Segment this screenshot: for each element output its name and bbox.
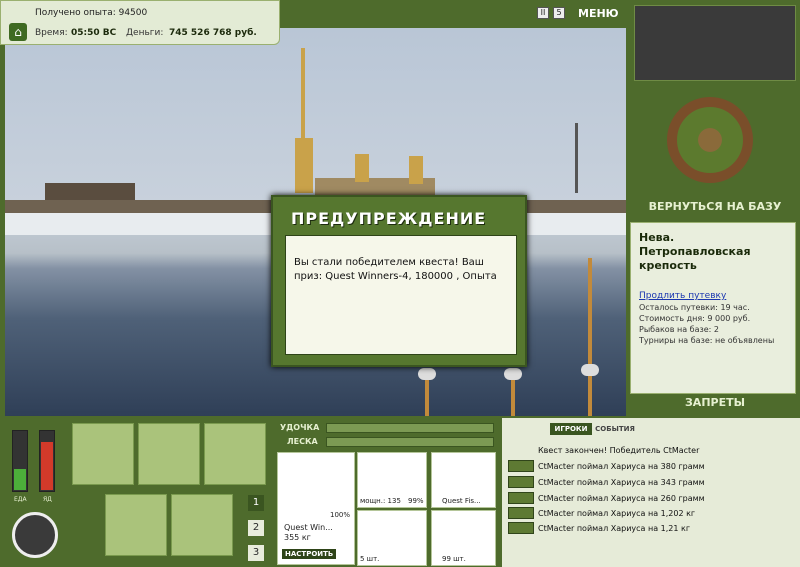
lock-icon[interactable]: ⌂	[9, 23, 27, 41]
location-title: Нева. Петропавловская крепость	[639, 231, 751, 272]
reel[interactable]	[504, 368, 522, 380]
reel-cell[interactable]: мощн.: 135 99%	[357, 452, 427, 508]
minimap	[634, 5, 796, 81]
pause-button[interactable]: II	[537, 7, 549, 19]
tab-events[interactable]: СОБЫТИЯ	[594, 423, 636, 435]
hook-cell[interactable]: 5 шт.	[357, 510, 427, 566]
rod-name: Quest Win...	[284, 523, 333, 532]
ship-wheel-icon[interactable]	[667, 97, 753, 183]
cauldron-icon[interactable]	[12, 512, 58, 558]
page-2-button[interactable]: 2	[248, 520, 264, 536]
dialog-title: ПРЕДУПРЕЖДЕНИЕ	[291, 209, 487, 228]
event-item: CtMacter поймал Хариуса на 380 грамм	[538, 462, 705, 471]
experience-text: Получено опыта: 94500	[35, 8, 148, 18]
bait-count: 99 шт.	[442, 555, 466, 563]
dome	[409, 156, 423, 184]
food-meter	[12, 430, 28, 492]
sack-slot[interactable]	[138, 423, 200, 485]
info-line: Осталось путевки: 19 час.	[639, 303, 750, 312]
event-item: Квест закончен! Победитель CtMacter	[538, 446, 700, 455]
info-line: Стоимость дня: 9 000 руб.	[639, 314, 751, 323]
tab-players[interactable]: ИГРОКИ	[550, 423, 592, 435]
rod-percent: 100%	[330, 511, 351, 519]
line-name: Quest Fis...	[442, 497, 481, 505]
rod-label: УДОЧКА	[280, 423, 320, 432]
dome	[355, 154, 369, 182]
knife-slot[interactable]	[204, 423, 266, 485]
bans-button[interactable]: ЗАПРЕТЫ	[634, 396, 796, 409]
fishing-rod[interactable]	[588, 258, 592, 416]
tower	[575, 123, 578, 193]
money-label: Деньги:	[126, 28, 164, 38]
event-item: CtMacter поймал Хариуса на 260 грамм	[538, 494, 705, 503]
fish-icon	[508, 492, 534, 504]
dialog-message: Вы стали победителем квеста! Ваш приз: Q…	[285, 235, 517, 355]
hook-count: 5 шт.	[360, 555, 380, 563]
bait-cell[interactable]: 99 шт.	[431, 510, 496, 566]
rod-weight: 355 кг	[284, 533, 311, 542]
reel[interactable]	[581, 364, 599, 376]
fish-icon	[508, 507, 534, 519]
line-tension-bar	[326, 437, 494, 447]
poison-level	[41, 442, 53, 490]
cathedral-tower	[295, 138, 313, 193]
info-line: Турниры на базе: не объявлены	[639, 336, 775, 345]
status-bar: Получено опыта: 94500 ⌂ Время: 05:50 ВС …	[0, 0, 280, 45]
fishing-rod[interactable]	[511, 376, 515, 416]
money-value: 745 526 768 руб.	[169, 28, 257, 38]
reel-percent: 99%	[408, 497, 424, 505]
event-item: CtMacter поймал Хариуса на 343 грамм	[538, 478, 705, 487]
extend-trip-link[interactable]: Продлить путевку	[639, 291, 787, 301]
speed-button[interactable]: 5	[553, 7, 565, 19]
fish-icon	[508, 476, 534, 488]
page-3-button[interactable]: 3	[248, 545, 264, 561]
food-level	[14, 469, 26, 490]
page-1-button[interactable]: 1	[248, 495, 264, 511]
menu-button[interactable]: МЕНЮ	[578, 7, 619, 20]
fish-icon	[508, 522, 534, 534]
warning-dialog: ПРЕДУПРЕЖДЕНИЕ Вы стали победителем квес…	[271, 195, 527, 367]
reel[interactable]	[418, 368, 436, 380]
time-label: Время:	[35, 28, 68, 38]
fish-icon	[508, 460, 534, 472]
event-item: CtMacter поймал Хариуса на 1,202 кг	[538, 509, 696, 518]
setup-button[interactable]: НАСТРОИТЬ	[282, 549, 337, 559]
line-label: ЛЕСКА	[287, 437, 318, 446]
rod-tension-bar	[326, 423, 494, 433]
poison-meter	[39, 430, 55, 492]
basket-slot[interactable]	[105, 494, 167, 556]
cathedral-spire	[301, 48, 305, 148]
line-cell[interactable]: Quest Fis...	[431, 452, 496, 508]
return-to-base-button[interactable]: ВЕРНУТЬСЯ НА БАЗУ	[634, 200, 796, 213]
bag-slot[interactable]	[72, 423, 134, 485]
events-panel: ИГРОКИ СОБЫТИЯ Квест закончен! Победител…	[502, 418, 800, 567]
reel-name: мощн.: 135	[360, 497, 401, 505]
bucket-slot[interactable]	[171, 494, 233, 556]
event-item: CtMacter поймал Хариуса на 1,21 кг	[538, 524, 691, 533]
fishing-rod[interactable]	[425, 376, 429, 416]
rod-cell[interactable]: Quest Win... 355 кг 100% НАСТРОИТЬ	[277, 452, 355, 565]
poison-label: ЯД	[43, 496, 52, 503]
info-line: Рыбаков на базе: 2	[639, 325, 719, 334]
location-info: Нева. Петропавловская крепость Продлить …	[630, 222, 796, 394]
time-value: 05:50 ВС	[71, 28, 117, 38]
food-label: ЕДА	[14, 496, 27, 503]
